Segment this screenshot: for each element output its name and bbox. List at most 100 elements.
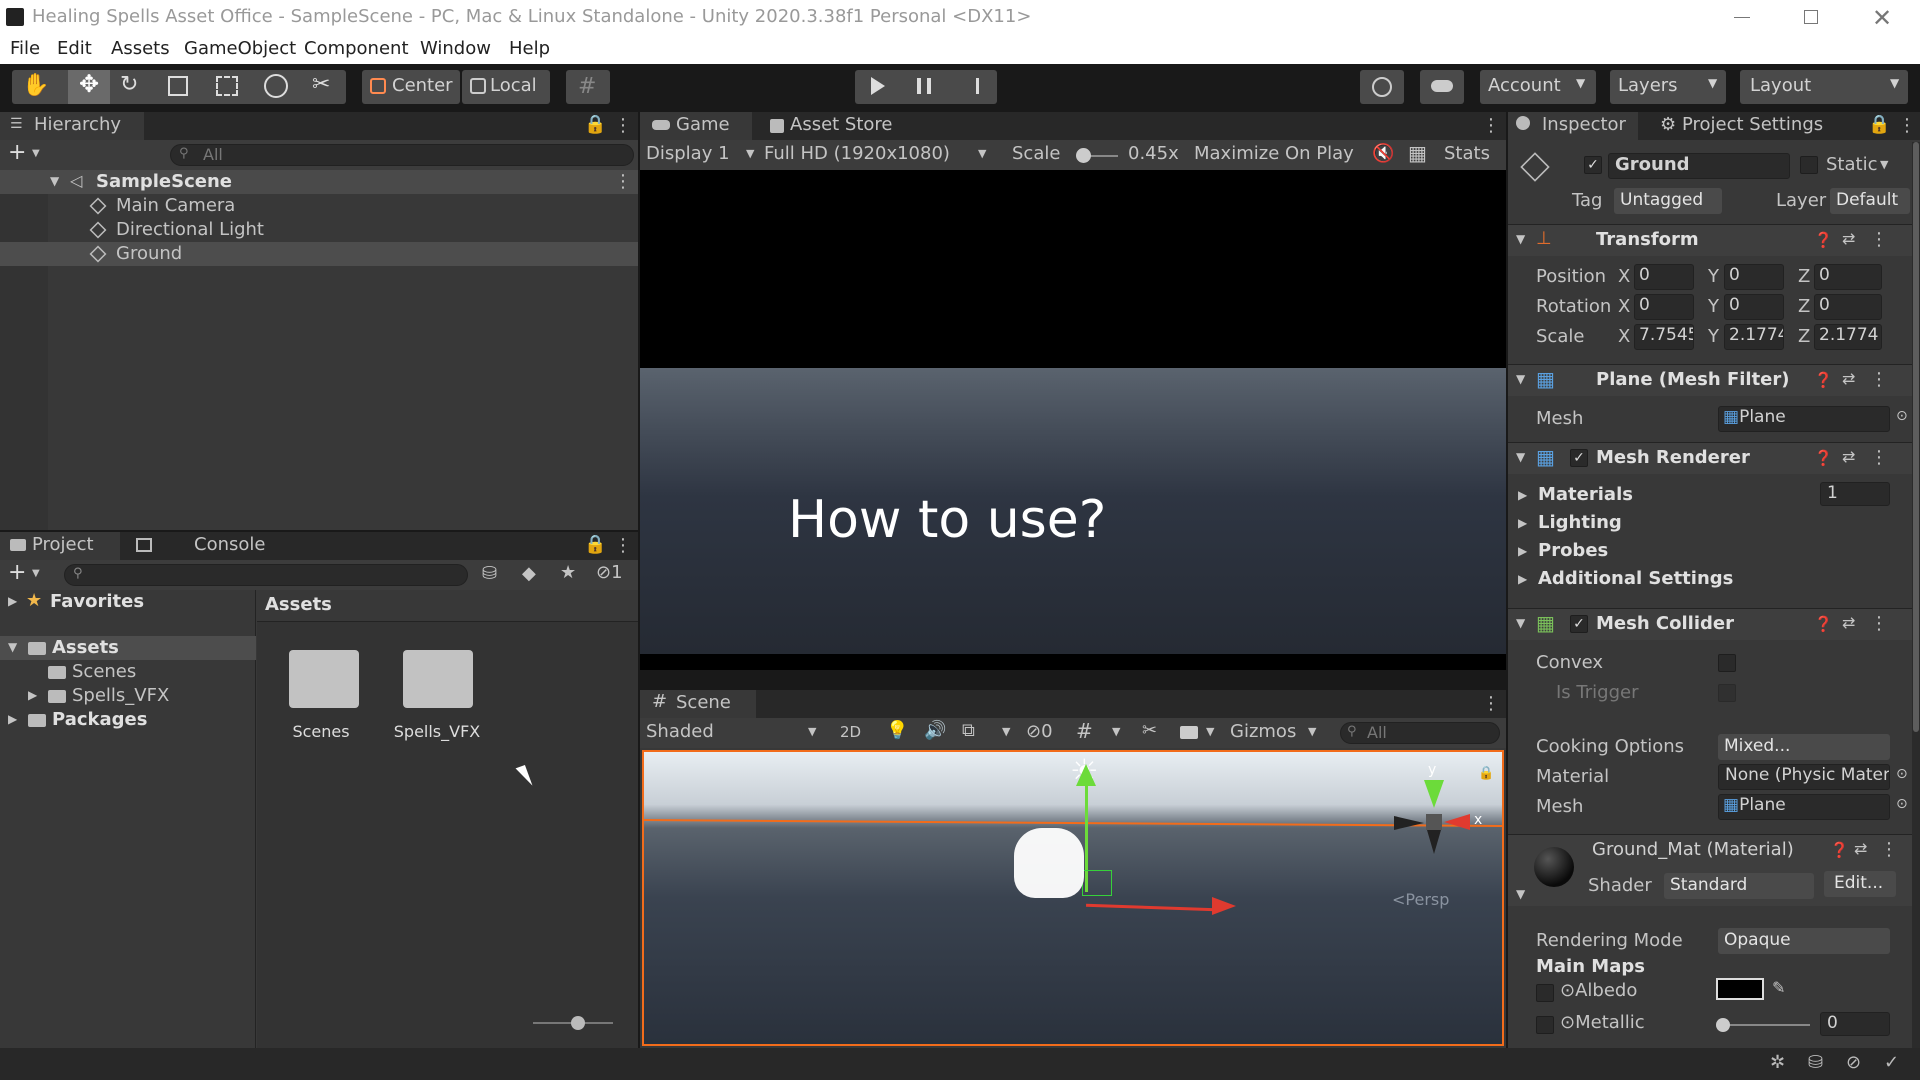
chevron-down-icon[interactable]: ▼: [1206, 725, 1214, 738]
chevron-down-icon[interactable]: ▼: [1112, 725, 1120, 738]
help-icon[interactable]: ❓: [1814, 449, 1833, 467]
move-gizmo-x-arrow[interactable]: [1212, 897, 1236, 915]
albedo-texture-slot[interactable]: [1536, 984, 1554, 1002]
foldout-arrow-icon[interactable]: ▼: [1516, 887, 1525, 901]
shader-edit-button[interactable]: Edit...: [1824, 871, 1896, 897]
tab-project[interactable]: Project: [0, 532, 120, 560]
scene-search-input[interactable]: ⚲ All: [1340, 722, 1500, 744]
menu-file[interactable]: File: [10, 38, 40, 59]
chevron-down-icon[interactable]: ▼: [1880, 158, 1888, 171]
slider-thumb[interactable]: [571, 1016, 585, 1030]
lock-icon[interactable]: 🔒: [1868, 114, 1890, 135]
chevron-down-icon[interactable]: ▼: [32, 148, 40, 159]
orientation-neg-y-arrow[interactable]: [1427, 830, 1441, 854]
probes-foldout[interactable]: ▶ Probes: [1508, 540, 1912, 564]
move-tool-icon[interactable]: ✥: [68, 70, 110, 104]
hidden-packages-icon[interactable]: ⊘1: [596, 562, 623, 583]
kebab-menu-icon[interactable]: ⋮: [1898, 115, 1916, 136]
layout-dropdown[interactable]: Layout ▼: [1740, 70, 1908, 104]
object-name-input[interactable]: Ground: [1608, 153, 1790, 179]
tree-item-assets[interactable]: ▼ Assets: [0, 636, 256, 660]
hand-tool-icon[interactable]: ✋: [22, 73, 49, 98]
tab-asset-store[interactable]: Asset Store: [766, 112, 946, 140]
expand-arrow-icon[interactable]: ▼: [50, 174, 59, 188]
scene-row[interactable]: ▼ ◁ SampleScene ⋮: [0, 170, 638, 194]
hierarchy-item[interactable]: Main Camera: [0, 194, 638, 218]
grid-toggle-icon[interactable]: #: [1076, 719, 1093, 743]
progress-check-icon[interactable]: ✓: [1884, 1052, 1899, 1073]
pause-icon[interactable]: [917, 78, 931, 94]
step-icon[interactable]: [965, 78, 979, 94]
add-icon[interactable]: +: [8, 560, 26, 585]
transform-scale-x-input[interactable]: 7.7545: [1634, 324, 1694, 350]
hidden-objects-icon[interactable]: ⊘0: [1026, 721, 1053, 742]
add-icon[interactable]: +: [8, 140, 26, 165]
transform-position-x-input[interactable]: 0: [1634, 264, 1694, 290]
search-by-type-icon[interactable]: ⛁: [482, 563, 497, 584]
tab-hierarchy[interactable]: ☰ Hierarchy: [0, 112, 144, 140]
transform-rotation-y-input[interactable]: 0: [1724, 294, 1784, 320]
preset-icon[interactable]: ⇄: [1842, 613, 1855, 632]
transform-scale-y-input[interactable]: 2.1774: [1724, 324, 1784, 350]
maximize-on-play-toggle[interactable]: Maximize On Play: [1194, 143, 1354, 164]
convex-checkbox[interactable]: [1718, 654, 1736, 672]
foldout-arrow-icon[interactable]: ▶: [1518, 544, 1527, 558]
help-icon[interactable]: ❓: [1814, 615, 1833, 633]
mesh-renderer-header[interactable]: ▼ ▦ ✓ Mesh Renderer ❓ ⇄ ⋮: [1508, 442, 1912, 474]
expand-arrow-icon[interactable]: ▶: [8, 712, 17, 726]
play-icon[interactable]: [871, 77, 885, 95]
scene-orientation-gizmo[interactable]: y x: [1384, 762, 1484, 870]
foldout-arrow-icon[interactable]: ▼: [1516, 232, 1525, 246]
scale-tool-icon[interactable]: [168, 76, 188, 96]
preset-icon[interactable]: ⇄: [1842, 369, 1855, 388]
active-checkbox[interactable]: ✓: [1584, 156, 1602, 174]
move-gizmo-center[interactable]: [1082, 870, 1112, 896]
transform-header[interactable]: ▼ ⊥ Transform ❓ ⇄ ⋮: [1508, 224, 1912, 256]
tab-console[interactable]: Console: [124, 532, 265, 560]
foldout-arrow-icon[interactable]: ▼: [1516, 372, 1525, 386]
account-dropdown[interactable]: Account ▼: [1480, 70, 1596, 104]
audio-toggle-icon[interactable]: 🔊: [924, 720, 946, 741]
kebab-menu-icon[interactable]: ⋮: [1870, 447, 1888, 468]
tab-game[interactable]: Game: [640, 112, 752, 140]
camera-icon[interactable]: [1180, 726, 1198, 739]
menu-assets[interactable]: Assets: [111, 38, 170, 59]
metallic-slider[interactable]: [1716, 1018, 1810, 1032]
transform-position-z-input[interactable]: 0: [1814, 264, 1882, 290]
inspector-scrollbar[interactable]: [1912, 142, 1920, 1048]
minimize-icon[interactable]: [1734, 17, 1750, 18]
kebab-menu-icon[interactable]: ⋮: [1482, 693, 1500, 714]
layers-dropdown[interactable]: Layers ▼: [1610, 70, 1726, 104]
object-picker-icon[interactable]: ⊙: [1896, 796, 1908, 812]
albedo-color-swatch[interactable]: [1716, 978, 1764, 1000]
perspective-label[interactable]: <Persp: [1392, 890, 1449, 909]
object-picker-icon[interactable]: ⊙: [1896, 766, 1908, 782]
hierarchy-item[interactable]: Directional Light: [0, 218, 638, 242]
preset-icon[interactable]: ⇄: [1842, 229, 1855, 248]
favorites-row[interactable]: ▶ ★ Favorites: [0, 590, 256, 616]
move-gizmo-y-arrow[interactable]: [1076, 764, 1096, 786]
restore-icon[interactable]: [1804, 10, 1818, 24]
pivot-local-button[interactable]: Local: [462, 70, 550, 104]
tools-icon[interactable]: ✂: [1142, 720, 1157, 741]
menu-gameobject[interactable]: GameObject: [184, 38, 296, 59]
foldout-arrow-icon[interactable]: ▶: [1518, 488, 1527, 502]
shader-dropdown[interactable]: Standard: [1664, 873, 1814, 899]
stats-toggle[interactable]: Stats: [1444, 143, 1490, 164]
slider-thumb[interactable]: [1076, 148, 1091, 163]
chevron-down-icon[interactable]: ▼: [32, 568, 40, 579]
transform-rotation-x-input[interactable]: 0: [1634, 294, 1694, 320]
eyedropper-icon[interactable]: ✎: [1772, 978, 1785, 997]
gizmos-dropdown[interactable]: Gizmos: [1230, 721, 1296, 742]
help-icon[interactable]: ❓: [1814, 231, 1833, 249]
scene-viewport[interactable]: ☀ y x 🔒 <Persp: [642, 750, 1504, 1046]
physic-material-field[interactable]: None (Physic Material): [1718, 764, 1890, 790]
favorite-star-icon[interactable]: ★: [560, 562, 576, 583]
transform-tool-icon[interactable]: [264, 74, 288, 98]
menu-window[interactable]: Window: [420, 38, 491, 59]
auto-generate-lighting-icon[interactable]: ⊘: [1846, 1052, 1861, 1073]
project-search-input[interactable]: ⚲: [64, 564, 468, 586]
orientation-x-arrow[interactable]: [1444, 814, 1470, 830]
slider-thumb[interactable]: [1716, 1018, 1730, 1032]
display-dropdown[interactable]: Display 1 ▼: [646, 143, 758, 167]
